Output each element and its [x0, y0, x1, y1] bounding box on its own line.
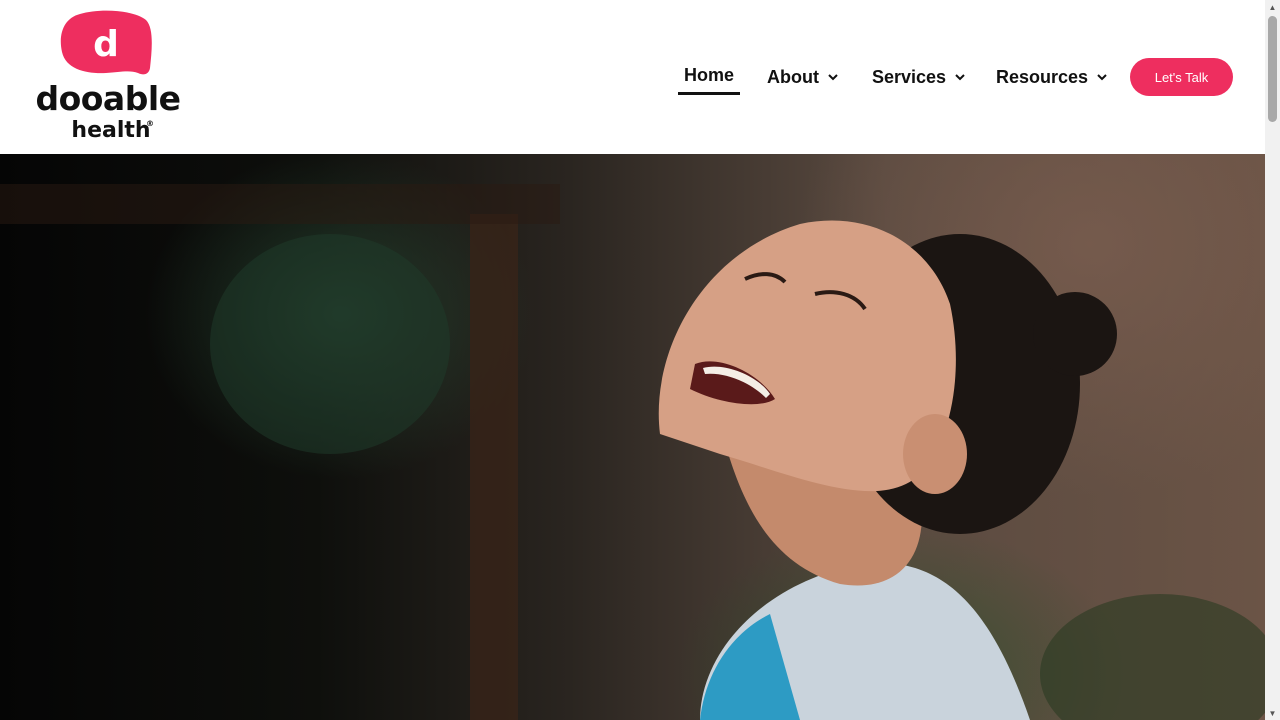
nav-item-home[interactable]: Home — [678, 58, 741, 95]
nav-item-label: Home — [684, 64, 735, 85]
nav-item-label: Resources — [996, 66, 1089, 87]
nav-item-label: Services — [872, 66, 947, 87]
triangle-down-icon[interactable]: ▼ — [1265, 706, 1280, 720]
chevron-down-icon — [1097, 74, 1107, 81]
lets-talk-button[interactable]: Let's Talk — [1130, 58, 1233, 96]
vertical-scrollbar[interactable]: ▲ ▼ — [1265, 0, 1280, 720]
page: d dooable health ® Home About Services R… — [0, 0, 1280, 720]
hero-image — [0, 154, 1265, 720]
nav-item-about[interactable]: About — [767, 60, 839, 94]
site-header: d dooable health ® Home About Services R… — [0, 0, 1265, 154]
hero-photo — [0, 184, 1265, 720]
nav-item-resources[interactable]: Resources — [996, 60, 1108, 94]
nav-item-services[interactable]: Services — [872, 60, 966, 94]
chevron-down-icon — [828, 74, 838, 81]
scrollbar-thumb[interactable] — [1268, 16, 1277, 122]
nav-item-label: About — [767, 66, 819, 87]
triangle-up-icon[interactable]: ▲ — [1265, 0, 1280, 14]
main-nav: Home About Services Resources Let's Talk — [0, 0, 1265, 154]
chevron-down-icon — [955, 74, 965, 81]
